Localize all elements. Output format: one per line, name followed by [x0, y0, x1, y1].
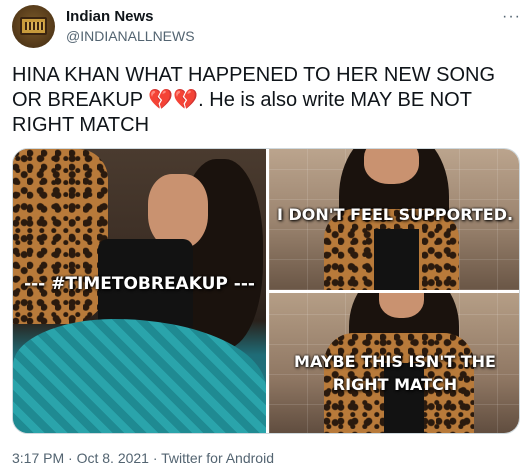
media-grid: --- #TIMETOBREAKUP --- I DON'T FEEL SUPP…	[12, 148, 520, 434]
tweet-text: HINA KHAN WHAT HAPPENED TO HER NEW SONG …	[12, 63, 517, 138]
jacket-shape	[13, 149, 108, 324]
tweet-text-line2-end: . He is also write MAY BE NOT	[198, 89, 472, 111]
media-caption-left: --- #TIMETOBREAKUP ---	[24, 274, 255, 294]
account-handle[interactable]: @INDIANALLNEWS	[66, 28, 195, 44]
logo-plate-icon	[20, 17, 47, 35]
face-shape	[148, 174, 208, 249]
tweet-card: Indian News @INDIANALLNEWS ··· HINA KHAN…	[0, 0, 532, 463]
media-caption-bottom-right: MAYBE THIS ISN'T THE RIGHT MATCH	[269, 350, 519, 396]
media-caption-bottom-right-line1: MAYBE THIS ISN'T THE	[294, 352, 496, 371]
more-options-icon[interactable]: ···	[502, 8, 521, 26]
account-name[interactable]: Indian News	[66, 8, 154, 25]
media-caption-bottom-right-line2: RIGHT MATCH	[332, 375, 458, 394]
tweet-text-line2-start: OR BREAKUP	[12, 89, 149, 111]
dress-shape	[374, 229, 419, 290]
media-image-bottom-right[interactable]: MAYBE THIS ISN'T THE RIGHT MATCH	[269, 293, 519, 433]
tweet-text-line1: HINA KHAN WHAT HAPPENED TO HER NEW SONG	[12, 64, 496, 86]
media-image-left[interactable]: --- #TIMETOBREAKUP ---	[13, 149, 266, 433]
tweet-timestamp[interactable]: 3:17 PM · Oct 8, 2021 · Twitter for Andr…	[12, 450, 274, 463]
broken-heart-icon: 💔💔	[148, 89, 199, 111]
tweet-text-line3: RIGHT MATCH	[12, 114, 150, 136]
avatar[interactable]	[12, 5, 55, 48]
media-caption-top-right: I DON'T FEEL SUPPORTED.	[276, 205, 514, 224]
face-shape	[364, 149, 419, 184]
media-image-top-right[interactable]: I DON'T FEEL SUPPORTED.	[269, 149, 519, 290]
